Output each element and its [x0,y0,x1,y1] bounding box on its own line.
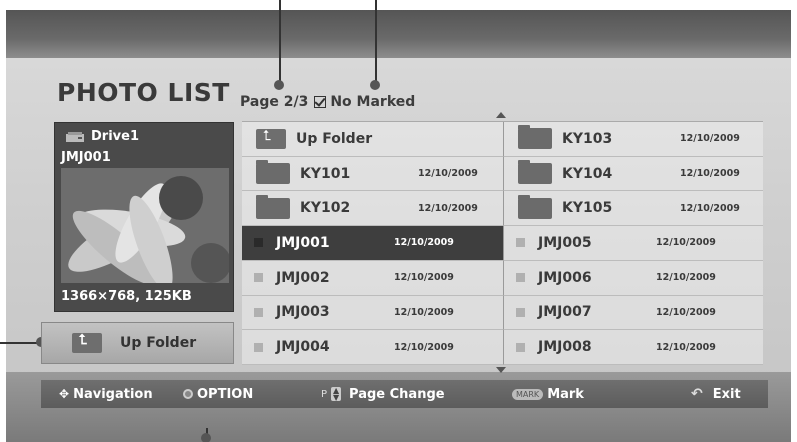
drive-icon [66,131,84,142]
item-date: 12/10/2009 [680,133,740,145]
item-name: KY101 [300,165,351,182]
mark-hint[interactable]: MARK Mark [512,387,584,402]
item-name: JMJ006 [538,269,592,286]
page-number: Page 2/3 [240,94,309,110]
folder-icon [518,125,552,150]
item-date: 12/10/2009 [656,237,716,249]
page-key-label: P [321,388,328,400]
callout-dot-page [274,80,284,90]
navigation-hint: ✥ Navigation [59,387,153,402]
navigation-label: Navigation [73,386,153,402]
folder-icon [518,194,552,219]
item-date: 12/10/2009 [418,202,478,214]
item-date: 12/10/2009 [680,202,740,214]
photo-file-icon [516,342,525,352]
folder-icon [256,160,290,185]
preview-file-name: JMJ001 [61,150,111,165]
item-name: KY103 [562,130,613,147]
item-name: JMJ003 [276,304,330,321]
item-name: JMJ007 [538,304,592,321]
photo-file-icon [254,342,263,352]
item-name: JMJ001 [276,234,330,251]
marked-label: No Marked [330,94,416,110]
item-name: JMJ004 [276,339,330,356]
item-name: KY104 [562,165,613,182]
photo-file-icon [254,238,263,248]
folder-list-item[interactable]: KY103 12/10/2009 [504,122,763,157]
navigation-arrows-icon: ✥ [59,387,70,401]
exit-hint[interactable]: ↶ Exit [691,386,741,402]
item-date: 12/10/2009 [394,341,454,353]
mark-badge: MARK [512,388,544,400]
callout-line-upfolder [0,342,40,344]
item-name: Up Folder [296,130,373,147]
photo-preview-pane: Drive1 JMJ001 1366×768, 125KB [54,122,234,312]
page-title: PHOTO LIST [57,78,230,107]
photo-file-icon [516,307,525,317]
photo-list-item[interactable]: JMJ002 12/10/2009 [242,260,504,296]
photo-file-icon [254,273,263,283]
item-name: KY105 [562,200,613,217]
photo-file-icon [516,273,525,283]
marked-status: No Marked [314,94,415,110]
item-name: KY102 [300,200,351,217]
bottom-help-bar: ✥ Navigation OPTION P ▲ ▼ Page Change MAR… [41,380,768,408]
photo-list-item[interactable]: JMJ008 12/10/2009 [504,330,763,365]
folder-list-item[interactable]: KY101 12/10/2009 [242,156,504,192]
page-change-label: Page Change [349,386,445,402]
top-band [6,10,791,58]
up-folder-button-label: Up Folder [120,335,197,351]
drive-label: Drive1 [65,129,139,144]
item-name: JMJ005 [538,234,592,251]
up-folder-icon [72,332,102,353]
item-name: JMJ002 [276,269,330,286]
item-name: JMJ008 [538,339,592,356]
scroll-down-arrow-icon[interactable] [496,367,506,373]
folder-list-item[interactable]: KY105 12/10/2009 [504,191,763,227]
page-updown-icon: ▲ ▼ [331,386,342,402]
folder-list-item[interactable]: KY102 12/10/2009 [242,191,504,227]
scroll-up-arrow-icon[interactable] [496,112,506,118]
photo-thumbnail [61,168,229,283]
option-button-icon [183,389,193,399]
item-date: 12/10/2009 [394,306,454,318]
callout-dot-option [201,433,211,442]
photo-list-item[interactable]: JMJ003 12/10/2009 [242,295,504,331]
flower-image [61,168,229,283]
photo-list-item[interactable]: JMJ007 12/10/2009 [504,295,763,331]
file-list-grid: Up FolderKY10312/10/2009KY10112/10/2009K… [242,121,763,365]
page-change-hint[interactable]: P ▲ ▼ Page Change [321,387,445,402]
folder-icon [256,194,290,219]
folder-list-item[interactable]: KY104 12/10/2009 [504,156,763,192]
item-date: 12/10/2009 [418,168,478,180]
folder-icon [518,160,552,185]
checkbox-icon [314,96,327,108]
page-info: Page 2/3 No Marked [240,94,415,110]
option-label: OPTION [197,386,254,402]
photo-file-icon [516,238,525,248]
exit-label: Exit [712,386,741,402]
option-hint[interactable]: OPTION [183,387,253,402]
mark-label: Mark [547,386,584,402]
callout-line-page [279,0,281,82]
item-date: 12/10/2009 [656,272,716,284]
exit-return-icon: ↶ [691,386,703,402]
folder-list-item[interactable]: Up Folder [242,122,504,157]
photo-list-item[interactable]: JMJ004 12/10/2009 [242,330,504,365]
item-date: 12/10/2009 [656,341,716,353]
item-date: 12/10/2009 [680,168,740,180]
item-date: 12/10/2009 [394,272,454,284]
photo-list-item[interactable]: JMJ006 12/10/2009 [504,260,763,296]
callout-dot-marked [370,80,380,90]
up-folder-icon [256,128,286,149]
callout-line-marked [375,0,377,82]
up-folder-button[interactable]: Up Folder [41,322,234,364]
photo-file-icon [254,307,263,317]
drive-name: Drive1 [91,129,139,144]
preview-resolution: 1366×768, 125KB [61,289,192,304]
photo-list-item[interactable]: JMJ001 12/10/2009 [242,226,504,261]
item-date: 12/10/2009 [656,306,716,318]
photo-list-item[interactable]: JMJ005 12/10/2009 [504,226,763,261]
item-date: 12/10/2009 [394,237,454,249]
